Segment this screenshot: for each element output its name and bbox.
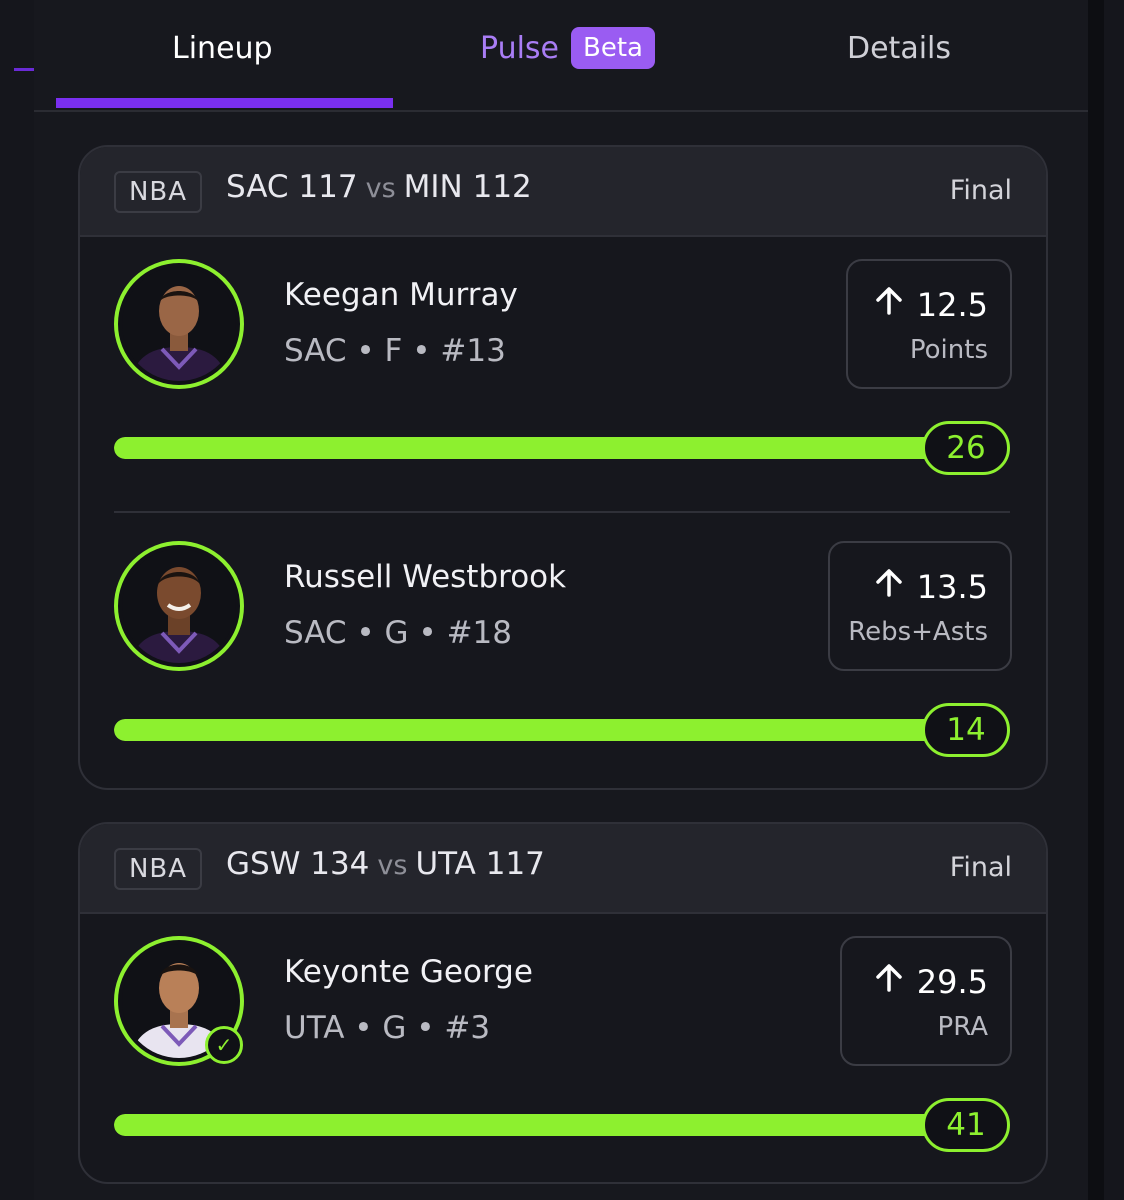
- right-background-panel: [1088, 0, 1124, 1200]
- vs-label: vs: [365, 173, 396, 204]
- tab-bar: Lineup Pulse Beta Details: [34, 0, 1088, 112]
- projection-box[interactable]: 12.5 Points: [846, 259, 1012, 389]
- lineup-panel: Lineup Pulse Beta Details NBA SAC 117 vs M…: [34, 0, 1088, 1200]
- progress-fill: [114, 437, 944, 459]
- player-avatar[interactable]: [114, 259, 244, 389]
- line-value: 12.5: [916, 286, 988, 324]
- progress-fill: [114, 719, 944, 741]
- player-headshot-icon: [122, 267, 236, 381]
- tab-pulse-label: Pulse: [480, 30, 559, 66]
- progress-track: [114, 437, 944, 459]
- game-card[interactable]: NBA SAC 117 vs MIN 112 Final Keegan Murr…: [78, 145, 1048, 790]
- projection-box[interactable]: 29.5 PRA: [840, 936, 1012, 1066]
- player-name: Keegan Murray: [284, 277, 518, 313]
- away-team: SAC: [226, 169, 289, 205]
- player-name: Russell Westbrook: [284, 559, 567, 595]
- player-headshot-icon: [122, 549, 236, 663]
- player-avatar[interactable]: [114, 541, 244, 671]
- home-team: UTA: [415, 846, 476, 882]
- projection-line: 12.5: [873, 285, 988, 325]
- game-header: NBA GSW 134 vs UTA 117 Final: [80, 824, 1046, 914]
- stat-type: Rebs+Asts: [848, 617, 988, 647]
- tab-details-label: Details: [847, 30, 952, 66]
- stat-progress-bar: 14: [114, 703, 1010, 759]
- projection-line: 29.5: [873, 962, 988, 1002]
- left-panel-accent: [14, 68, 34, 71]
- tab-pulse[interactable]: Pulse Beta: [480, 27, 655, 69]
- player-avatar[interactable]: ✓: [114, 936, 244, 1066]
- player-divider: [114, 511, 1010, 513]
- projection-box[interactable]: 13.5 Rebs+Asts: [828, 541, 1012, 671]
- stat-type: PRA: [937, 1012, 988, 1042]
- beta-badge: Beta: [571, 27, 655, 69]
- actual-stat-value: 41: [922, 1098, 1010, 1152]
- matchup-score: SAC 117 vs MIN 112: [226, 169, 532, 205]
- home-score: 112: [472, 169, 532, 205]
- arrow-up-icon: [873, 962, 905, 1002]
- game-status: Final: [949, 852, 1012, 883]
- stat-progress-bar: 41: [114, 1098, 1010, 1154]
- game-status: Final: [949, 175, 1012, 206]
- game-card[interactable]: NBA GSW 134 vs UTA 117 Final ✓ Keyonte G…: [78, 822, 1048, 1184]
- line-value: 13.5: [916, 568, 988, 606]
- away-team: GSW: [226, 846, 301, 882]
- arrow-up-icon: [873, 285, 905, 325]
- tab-lineup[interactable]: Lineup: [172, 28, 273, 68]
- home-score: 117: [485, 846, 545, 882]
- tab-details[interactable]: Details: [847, 28, 951, 68]
- line-value: 29.5: [916, 963, 988, 1001]
- home-team: MIN: [403, 169, 463, 205]
- player-team-position: SAC • F • #13: [284, 333, 506, 369]
- progress-fill: [114, 1114, 944, 1136]
- projection-line: 13.5: [873, 567, 988, 607]
- check-circle-icon: ✓: [205, 1026, 243, 1064]
- league-badge: NBA: [114, 848, 202, 890]
- away-score: 117: [298, 169, 358, 205]
- away-score: 134: [310, 846, 370, 882]
- player-name: Keyonte George: [284, 954, 533, 990]
- tab-lineup-label: Lineup: [172, 30, 273, 66]
- league-badge: NBA: [114, 171, 202, 213]
- active-tab-indicator: [56, 98, 393, 108]
- vs-label: vs: [377, 850, 408, 881]
- actual-stat-value: 26: [922, 421, 1010, 475]
- progress-track: [114, 719, 944, 741]
- player-team-position: SAC • G • #18: [284, 615, 512, 651]
- left-background-panel: [0, 0, 35, 1200]
- player-team-position: UTA • G • #3: [284, 1010, 491, 1046]
- matchup-score: GSW 134 vs UTA 117: [226, 846, 545, 882]
- arrow-up-icon: [873, 567, 905, 607]
- stat-progress-bar: 26: [114, 421, 1010, 477]
- game-header: NBA SAC 117 vs MIN 112 Final: [80, 147, 1046, 237]
- actual-stat-value: 14: [922, 703, 1010, 757]
- progress-track: [114, 1114, 944, 1136]
- stat-type: Points: [909, 335, 988, 365]
